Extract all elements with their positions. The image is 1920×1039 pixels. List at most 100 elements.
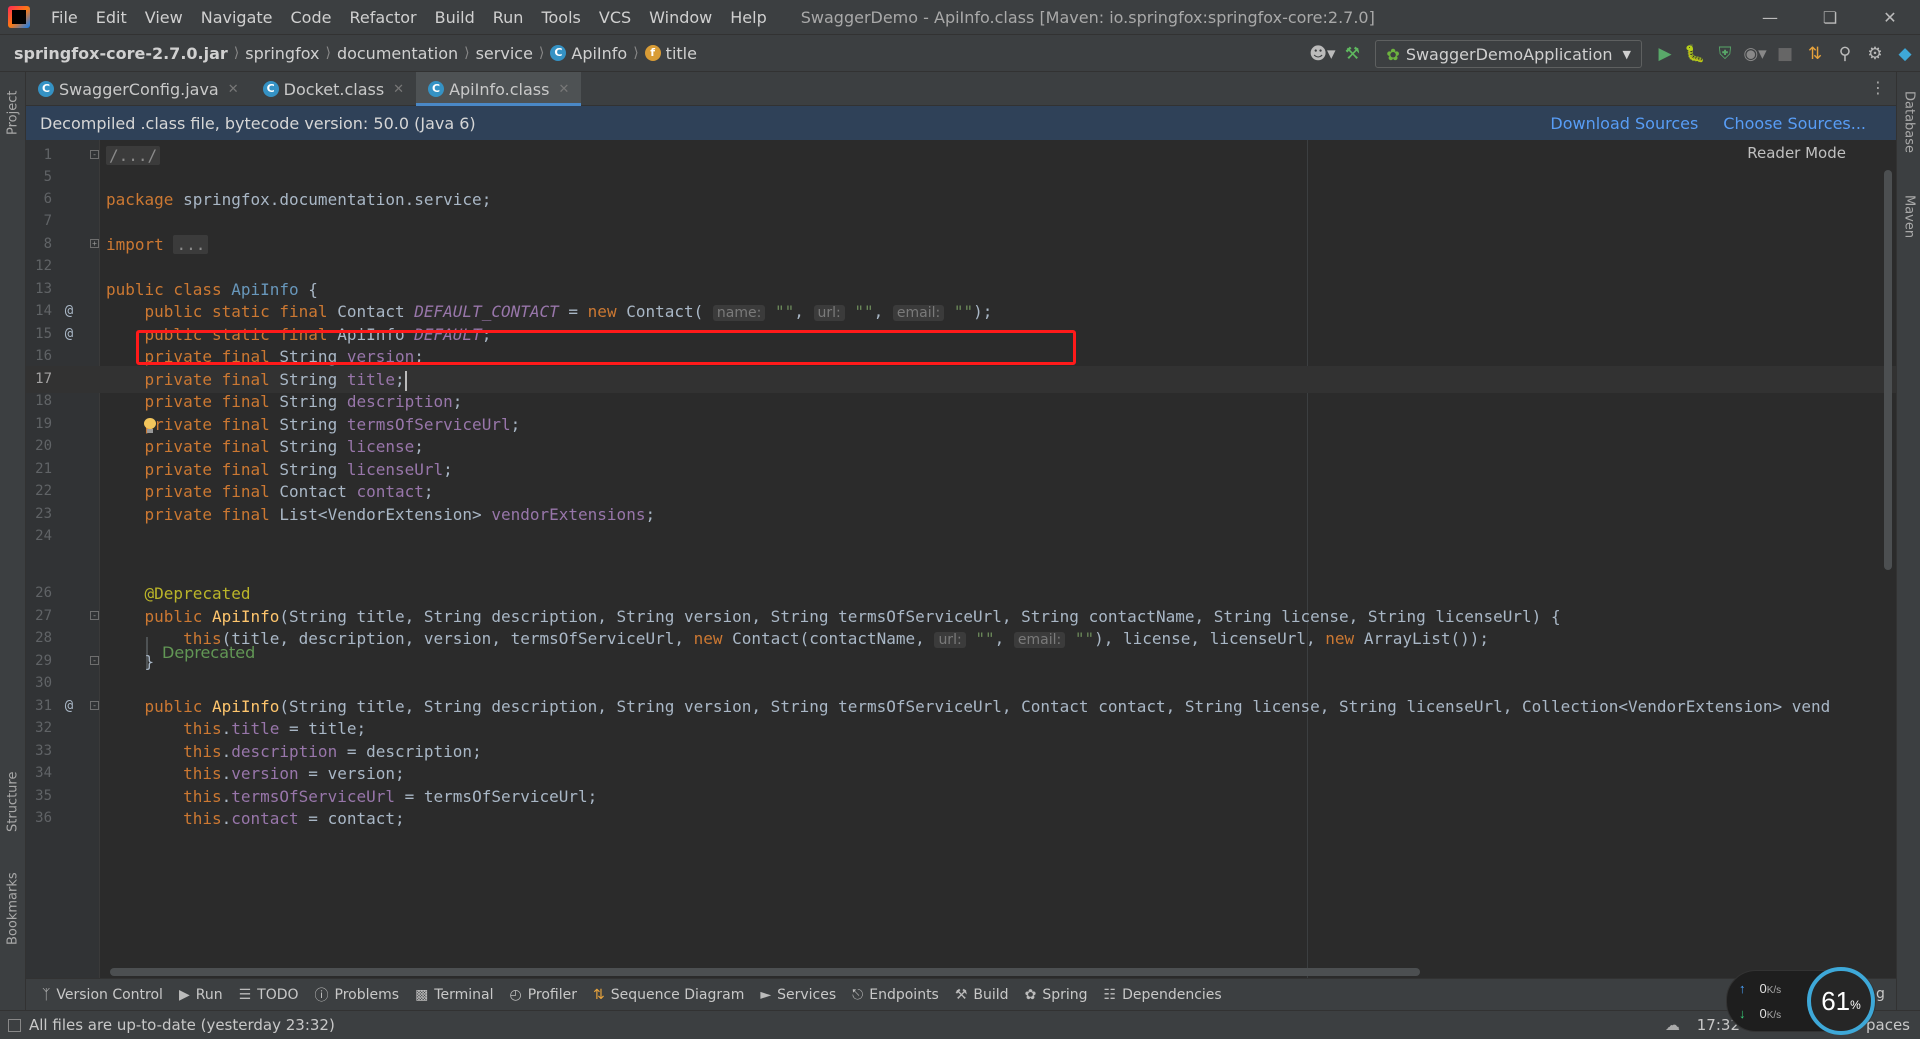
tab-apiinfo[interactable]: C ApiInfo.class ✕	[416, 72, 582, 106]
download-sources-link[interactable]: Download Sources	[1550, 114, 1698, 133]
menu-file[interactable]: File	[42, 8, 87, 27]
vertical-scrollbar[interactable]	[1884, 170, 1892, 570]
breadcrumb-apiinfo[interactable]: ApiInfo	[571, 44, 627, 63]
close-window-button[interactable]: ✕	[1860, 0, 1920, 34]
tool-sequence-diagram[interactable]: ⇅ Sequence Diagram	[593, 987, 744, 1003]
run-icon[interactable]: ▶	[1650, 39, 1680, 69]
user-icon[interactable]: ☻▾	[1307, 39, 1337, 69]
tool-run[interactable]: ▶ Run	[179, 987, 223, 1003]
menu-vcs[interactable]: VCS	[590, 8, 640, 27]
tool-todo[interactable]: ☰ TODO	[239, 987, 299, 1003]
run-config-label: SwaggerDemoApplication	[1405, 44, 1613, 64]
profile-icon[interactable]: ◉▾	[1740, 39, 1770, 69]
coverage-icon[interactable]: ⛨	[1710, 39, 1740, 69]
spring-boot-icon: ✿	[1386, 44, 1400, 64]
restore-button[interactable]: ❏	[1800, 0, 1860, 34]
minimize-button[interactable]: —	[1740, 0, 1800, 34]
tool-label: Services	[777, 986, 837, 1003]
lightbulb-icon[interactable]	[144, 418, 156, 433]
maven-tab-label: Maven	[1901, 195, 1917, 239]
close-icon[interactable]: ✕	[228, 82, 239, 97]
menu-navigate[interactable]: Navigate	[192, 8, 282, 27]
choose-sources-link[interactable]: Choose Sources...	[1723, 114, 1866, 133]
profiler-icon: ◴	[509, 986, 522, 1003]
close-icon[interactable]: ✕	[558, 82, 569, 97]
menu-refactor[interactable]: Refactor	[340, 8, 425, 27]
tab-label: Docket.class	[283, 79, 385, 99]
tool-services[interactable]: ► Services	[760, 987, 836, 1003]
tool-label: Build	[973, 986, 1009, 1003]
fold-icon[interactable]: -	[90, 150, 99, 159]
breadcrumb-service[interactable]: service	[476, 44, 533, 63]
hammer-build-icon[interactable]: ⚒	[1337, 39, 1367, 69]
field-icon: f	[644, 45, 661, 61]
tool-endpoints[interactable]: ⎋ Endpoints	[852, 987, 939, 1003]
gauge-percent-sign: %	[1850, 998, 1861, 1012]
line-number: 24	[35, 528, 52, 544]
tool-version-control[interactable]: ᛉ Version Control	[42, 987, 163, 1003]
param-hint: email:	[1013, 632, 1066, 648]
plugin-logo-icon[interactable]: ◆	[1890, 39, 1920, 69]
debug-icon[interactable]: 🐛	[1680, 39, 1710, 69]
tab-swaggerconfig[interactable]: C SwaggerConfig.java ✕	[26, 72, 251, 106]
tool-label: Problems	[334, 986, 400, 1003]
menu-help[interactable]: Help	[721, 8, 775, 27]
code-editor[interactable]: Reader Mode 1 - /.../ 5 6 package spring…	[26, 140, 1896, 978]
gear-icon[interactable]: ⚙	[1860, 39, 1890, 69]
tab-docket[interactable]: C Docket.class ✕	[251, 72, 416, 106]
menu-code[interactable]: Code	[282, 8, 341, 27]
breadcrumb-documentation[interactable]: documentation	[337, 44, 458, 63]
fold-icon[interactable]: -	[90, 701, 99, 710]
tool-label: Version Control	[56, 986, 163, 1003]
breadcrumb: springfox-core-2.7.0.jar ⟩ springfox ⟩ d…	[0, 44, 697, 63]
endpoints-icon: ⎋	[852, 986, 864, 1003]
maven-tool-tab[interactable]: Maven	[1897, 182, 1920, 252]
menu-tools[interactable]: Tools	[532, 8, 589, 27]
bookmarks-tool-tab[interactable]: Bookmarks	[0, 864, 26, 954]
tool-problems[interactable]: ⓘ Problems	[315, 985, 400, 1005]
breadcrumb-jar[interactable]: springfox-core-2.7.0.jar	[14, 44, 228, 63]
list-icon: ☰	[238, 986, 252, 1003]
menu-run[interactable]: Run	[484, 8, 533, 27]
close-icon[interactable]: ✕	[393, 82, 404, 97]
project-tab-label: Project	[5, 90, 21, 136]
breadcrumb-title[interactable]: title	[666, 44, 697, 63]
editor-tabs: C SwaggerConfig.java ✕ C Docket.class ✕ …	[26, 72, 1896, 106]
fold-icon[interactable]: -	[90, 656, 99, 665]
vcs-update-icon[interactable]: ⇅	[1800, 39, 1830, 69]
fold-icon[interactable]: -	[90, 611, 99, 620]
tab-label: ApiInfo.class	[449, 79, 550, 99]
network-speed-widget: ↑ 0K/s ↓ 0K/s 61%	[1726, 967, 1876, 1035]
tool-spring[interactable]: ✿ Spring	[1025, 987, 1088, 1003]
stop-icon[interactable]: ■	[1770, 39, 1800, 69]
breadcrumb-springfox[interactable]: springfox	[245, 44, 319, 63]
tool-build[interactable]: ⚒ Build	[955, 987, 1009, 1003]
menu-view[interactable]: View	[136, 8, 192, 27]
chevron-down-icon: ▼	[1622, 47, 1631, 61]
menu-window[interactable]: Window	[640, 8, 721, 27]
tool-profiler[interactable]: ◴ Profiler	[509, 987, 577, 1003]
more-vertical-icon[interactable]: ⋮	[1870, 78, 1886, 97]
toggle-tool-windows-icon[interactable]	[8, 1018, 21, 1032]
fold-icon[interactable]: +	[90, 239, 99, 248]
gauge-value: 61	[1821, 985, 1851, 1016]
structure-tool-tab[interactable]: Structure	[0, 762, 26, 842]
search-icon[interactable]: ⚲	[1830, 39, 1860, 69]
project-tool-tab[interactable]: Project	[0, 78, 26, 148]
tool-label: Spring	[1042, 986, 1088, 1003]
banner-text: Decompiled .class file, bytecode version…	[40, 113, 476, 133]
branch-icon: ᛉ	[42, 986, 51, 1003]
menu-edit[interactable]: Edit	[87, 8, 136, 27]
indent-setting[interactable]: paces	[1866, 1016, 1910, 1034]
tool-terminal[interactable]: ▩ Terminal	[415, 987, 493, 1003]
tool-label: Profiler	[527, 986, 577, 1003]
database-tool-tab[interactable]: Database	[1897, 82, 1920, 162]
menu-build[interactable]: Build	[426, 8, 484, 27]
window-controls: — ❏ ✕	[1740, 0, 1920, 34]
cloud-sync-icon[interactable]: ☁	[1665, 1016, 1680, 1034]
run-configuration-select[interactable]: ✿ SwaggerDemoApplication ▼	[1375, 40, 1642, 68]
tool-dependencies[interactable]: ☷ Dependencies	[1104, 987, 1222, 1003]
navigation-bar: springfox-core-2.7.0.jar ⟩ springfox ⟩ d…	[0, 34, 1920, 72]
horizontal-scrollbar[interactable]	[110, 968, 1420, 976]
run-icon: ▶	[178, 986, 190, 1003]
